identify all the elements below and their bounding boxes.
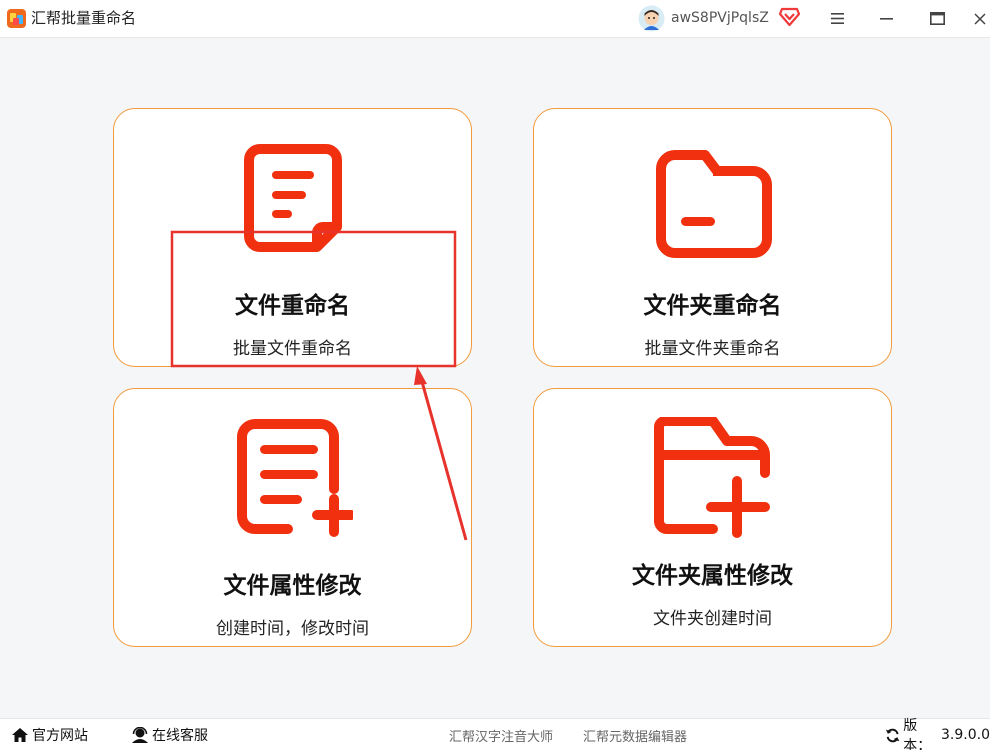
app-title: 汇帮批量重命名 <box>31 9 137 27</box>
card-title: 文件属性修改 <box>223 573 362 599</box>
folder-attribute-card[interactable]: 文件夹属性修改 文件夹创建时间 <box>533 388 892 647</box>
title-bar: 汇帮批量重命名 awS8PVjPqlsZ <box>0 0 990 38</box>
app-logo-icon <box>7 9 26 28</box>
folder-plus-icon <box>653 417 770 538</box>
maximize-icon <box>929 12 945 25</box>
version-label: 版本： <box>903 718 932 750</box>
close-icon <box>973 12 986 25</box>
folder-rename-card[interactable]: 文件夹重命名 批量文件夹重命名 <box>533 108 892 367</box>
card-title: 文件夹重命名 <box>643 293 782 319</box>
official-site-label: 官方网站 <box>32 728 88 744</box>
avatar-icon[interactable] <box>638 5 665 32</box>
app-window: 汇帮批量重命名 awS8PVjPqlsZ 文件重命名 批量文件重命名 文件夹重命… <box>0 0 990 750</box>
document-plus-icon <box>236 419 353 537</box>
online-service-link[interactable]: 在线客服 <box>131 719 208 750</box>
menu-button[interactable] <box>822 5 852 32</box>
pinyin-app-label: 汇帮汉字注音大师 <box>449 729 554 745</box>
maximize-button[interactable] <box>922 5 952 32</box>
pinyin-app-link[interactable]: 汇帮汉字注音大师 <box>449 719 553 750</box>
minimize-button[interactable] <box>871 5 901 32</box>
metadata-app-label: 汇帮元数据编辑器 <box>583 729 688 745</box>
home-icon <box>12 728 28 742</box>
card-subtitle: 批量文件夹重命名 <box>644 339 781 359</box>
document-icon <box>243 144 342 252</box>
file-attribute-card[interactable]: 文件属性修改 创建时间，修改时间 <box>113 388 472 647</box>
version-info: 版本： 3.9.0.0 <box>885 718 990 750</box>
card-title: 文件夹属性修改 <box>632 563 793 589</box>
username[interactable]: awS8PVjPqlsZ <box>671 8 769 29</box>
card-subtitle: 文件夹创建时间 <box>653 609 772 629</box>
card-title: 文件重命名 <box>235 293 350 319</box>
refresh-icon[interactable] <box>885 727 900 744</box>
status-bar: 官方网站 在线客服 汇帮汉字注音大师 汇帮元数据编辑器 版本： 3.9.0.0 <box>0 718 990 750</box>
online-service-label: 在线客服 <box>152 728 208 744</box>
metadata-app-link[interactable]: 汇帮元数据编辑器 <box>583 719 687 750</box>
version-number: 3.9.0.0 <box>941 727 990 743</box>
card-subtitle: 创建时间，修改时间 <box>216 619 369 639</box>
card-subtitle: 批量文件重命名 <box>233 339 352 359</box>
annotation-arrowhead <box>414 366 427 385</box>
file-rename-card[interactable]: 文件重命名 批量文件重命名 <box>113 108 472 367</box>
folder-minus-icon <box>655 150 772 258</box>
headset-icon <box>132 726 148 743</box>
menu-icon <box>830 13 844 24</box>
official-site-link[interactable]: 官方网站 <box>11 719 88 750</box>
close-button[interactable] <box>969 5 990 32</box>
minimize-icon <box>879 17 893 20</box>
vip-diamond-icon[interactable] <box>779 7 800 26</box>
